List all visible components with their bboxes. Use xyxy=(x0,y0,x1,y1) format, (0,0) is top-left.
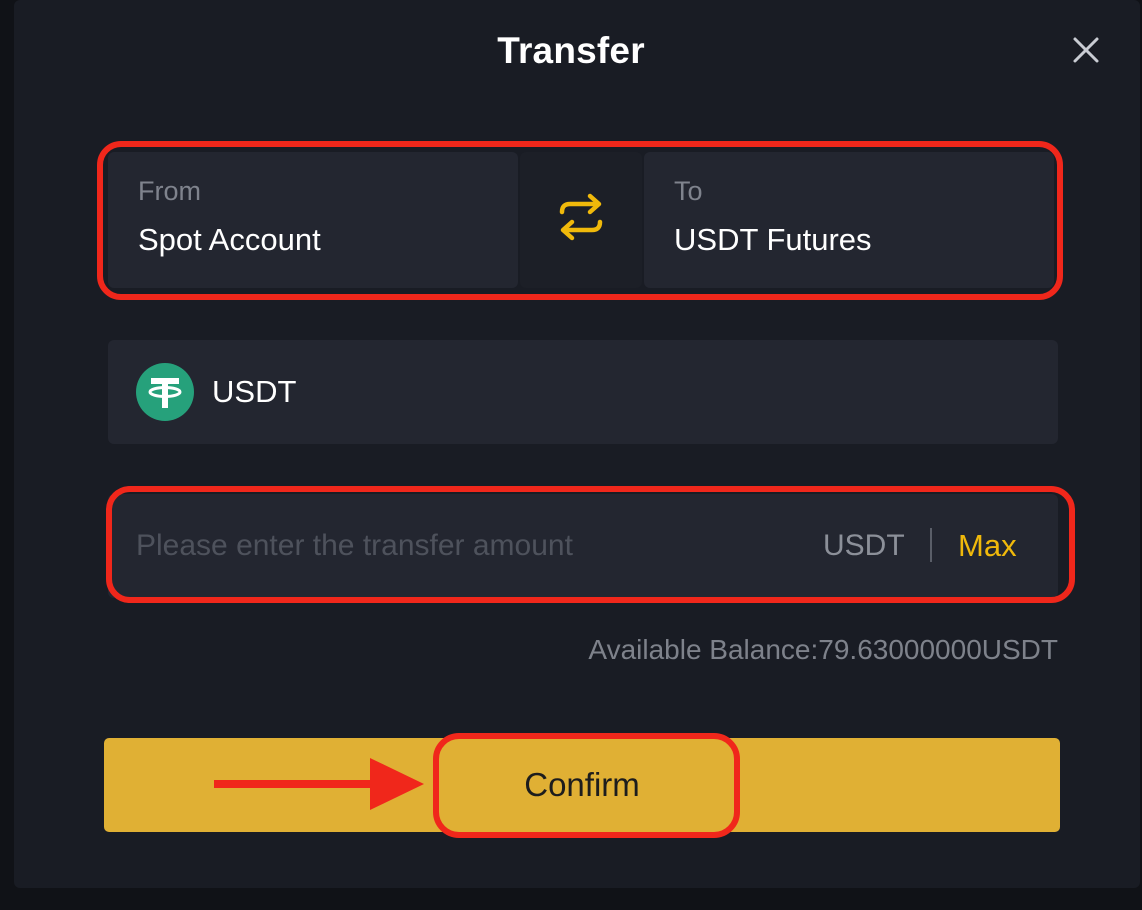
highlight-amount xyxy=(106,486,1075,603)
coin-selector[interactable]: USDT xyxy=(108,340,1058,444)
highlight-accounts xyxy=(97,141,1063,300)
highlight-confirm xyxy=(433,733,740,838)
tether-icon xyxy=(136,363,194,421)
pointer-arrow-icon xyxy=(214,758,424,810)
dialog-title: Transfer xyxy=(497,30,645,71)
available-balance: Available Balance:79.63000000USDT xyxy=(588,634,1058,665)
close-icon[interactable] xyxy=(1068,32,1104,68)
coin-name: USDT xyxy=(212,374,297,409)
